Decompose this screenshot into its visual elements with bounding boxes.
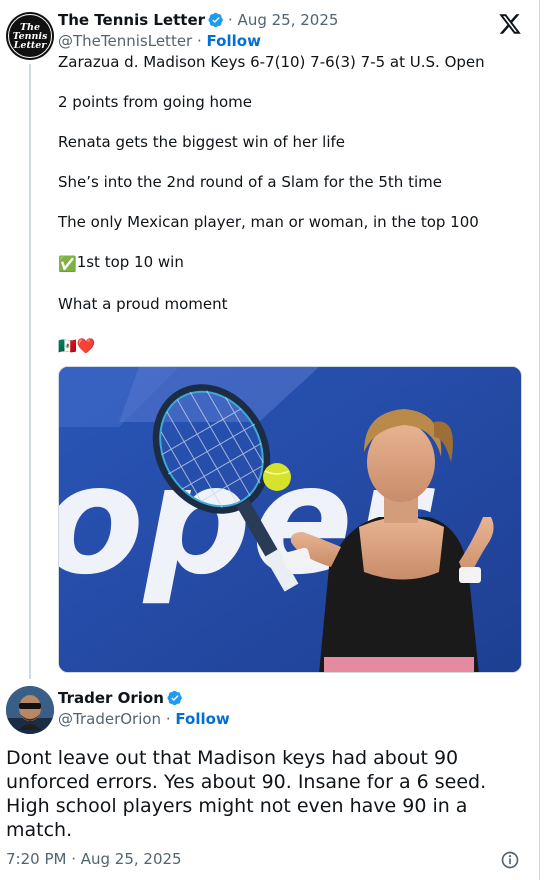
mexico-flag-heart-icon: 🇲🇽❤️ — [58, 337, 96, 355]
thread-connector-line — [29, 64, 31, 679]
reply-text: Dont leave out that Madison keys had abo… — [6, 747, 487, 841]
follow-button[interactable]: Follow — [207, 32, 261, 50]
tweet-media-photo[interactable]: oper — [58, 366, 522, 673]
reply-timestamp[interactable]: 7:20 PM · Aug 25, 2025 — [6, 850, 182, 868]
tennis-letter-avatar[interactable]: The Tennis Letter — [6, 12, 54, 60]
flag-heart-emoji: 🇲🇽❤️ — [58, 334, 528, 356]
reply-author-handle[interactable]: @TraderOrion — [58, 710, 161, 728]
tweet-line: Renata gets the biggest win of her life — [58, 133, 345, 151]
verified-badge-icon — [167, 690, 182, 706]
tweet-line: She’s into the 2nd round of a Slam for t… — [58, 173, 442, 191]
tweet-handle-row: @TheTennisLetter · Follow — [58, 32, 261, 50]
tweet-line: The only Mexican player, man or woman, i… — [58, 213, 479, 231]
avatar-photo — [6, 686, 54, 734]
tweet-line: Zarazua d. Madison Keys 6-7(10) 7-6(3) 7… — [58, 53, 485, 71]
tweet-text: Zarazua d. Madison Keys 6-7(10) 7-6(3) 7… — [58, 52, 528, 376]
tweet-date[interactable]: · Aug 25, 2025 — [228, 11, 338, 29]
check-mark-icon: ✅ — [58, 255, 77, 273]
tweet-line: 2 points from going home — [58, 93, 253, 111]
embedded-tweet-card: The Tennis Letter The Tennis Letter · Au… — [0, 0, 540, 880]
reply-author-name[interactable]: Trader Orion — [58, 689, 164, 707]
tweet-line: What a proud moment — [58, 295, 228, 313]
reply-follow-button[interactable]: Follow — [175, 710, 229, 728]
tennis-player-photo: oper — [59, 367, 521, 672]
avatar-text-line: Letter — [13, 39, 47, 51]
author-name[interactable]: The Tennis Letter — [58, 11, 205, 29]
author-handle[interactable]: @TheTennisLetter — [58, 32, 192, 50]
verified-badge-icon — [208, 12, 223, 28]
tweet-line-check: ✅1st top 10 win — [58, 252, 528, 274]
reply-author-row: Trader Orion — [58, 689, 183, 707]
separator-dot: · — [197, 32, 207, 50]
tweet-line: 1st top 10 win — [76, 253, 184, 271]
info-icon[interactable] — [500, 850, 520, 870]
reply-handle-row: @TraderOrion · Follow — [58, 710, 230, 728]
trader-orion-avatar[interactable] — [6, 686, 54, 734]
tweet-author-row: The Tennis Letter · Aug 25, 2025 — [58, 11, 338, 29]
x-logo-icon[interactable] — [498, 12, 522, 36]
separator-dot: · — [165, 710, 176, 728]
avatar-logo: The Tennis Letter — [8, 14, 52, 58]
